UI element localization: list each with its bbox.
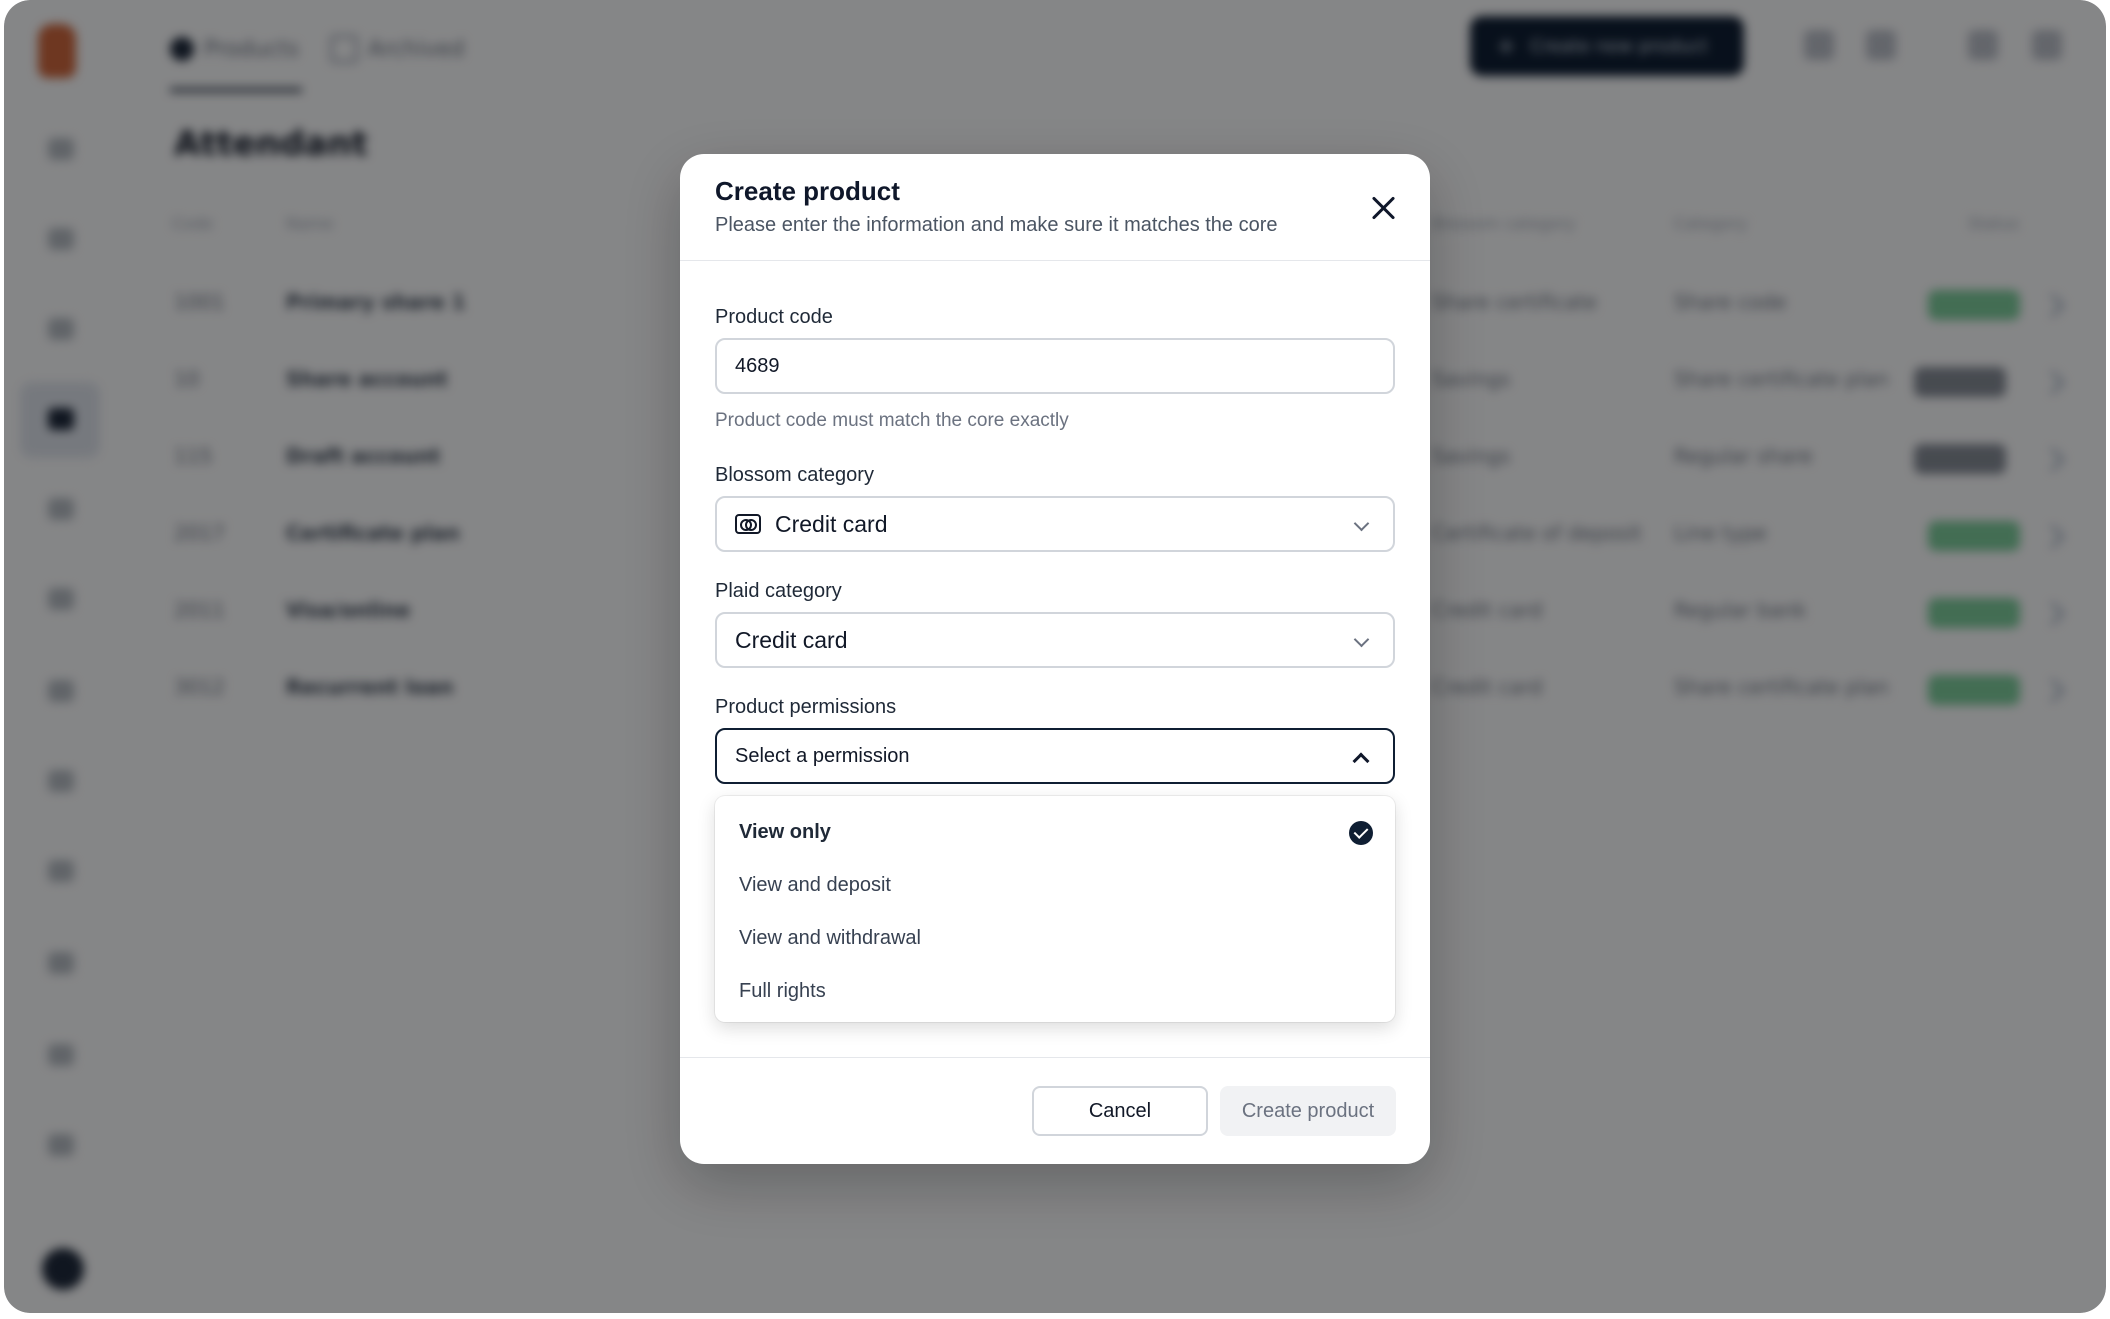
product-code-input[interactable]: 4689 bbox=[715, 338, 1395, 394]
chevron-down-icon bbox=[1353, 515, 1370, 532]
product-code-label: Product code bbox=[715, 306, 833, 328]
create-product-modal: Create product Please enter the informat… bbox=[680, 154, 1430, 1164]
product-permissions-placeholder: Select a permission bbox=[735, 744, 910, 767]
permissions-dropdown: View only View and deposit View and with… bbox=[715, 796, 1395, 1022]
permission-option-view-and-withdrawal[interactable]: View and withdrawal bbox=[715, 912, 1395, 964]
product-code-help: Product code must match the core exactly bbox=[715, 410, 1069, 431]
cancel-button[interactable]: Cancel bbox=[1032, 1086, 1208, 1136]
permission-option-view-only[interactable]: View only bbox=[715, 806, 1395, 858]
check-circle-icon bbox=[1349, 821, 1373, 845]
option-label: Full rights bbox=[739, 979, 826, 1002]
product-code-value: 4689 bbox=[735, 354, 780, 377]
modal-title: Create product bbox=[715, 176, 900, 206]
chevron-down-icon bbox=[1353, 631, 1370, 648]
create-product-button[interactable]: Create product bbox=[1220, 1086, 1396, 1136]
footer-divider bbox=[680, 1057, 1430, 1058]
blossom-category-label: Blossom category bbox=[715, 464, 874, 486]
close-icon[interactable] bbox=[1366, 190, 1402, 226]
modal-subtitle: Please enter the information and make su… bbox=[715, 214, 1278, 236]
blossom-category-select[interactable]: Credit card bbox=[715, 496, 1395, 552]
credit-card-icon bbox=[735, 514, 761, 534]
permission-option-full-rights[interactable]: Full rights bbox=[715, 965, 1395, 1017]
chevron-up-icon bbox=[1352, 752, 1370, 770]
blossom-category-value: Credit card bbox=[775, 510, 888, 537]
option-label: View only bbox=[739, 820, 831, 843]
permission-option-view-and-deposit[interactable]: View and deposit bbox=[715, 859, 1395, 911]
plaid-category-value: Credit card bbox=[735, 626, 848, 653]
header-divider bbox=[680, 260, 1430, 261]
plaid-category-select[interactable]: Credit card bbox=[715, 612, 1395, 668]
option-label: View and deposit bbox=[739, 873, 891, 896]
product-permissions-select[interactable]: Select a permission bbox=[715, 728, 1395, 784]
product-permissions-label: Product permissions bbox=[715, 696, 897, 718]
option-label: View and withdrawal bbox=[739, 926, 921, 949]
plaid-category-label: Plaid category bbox=[715, 580, 842, 602]
